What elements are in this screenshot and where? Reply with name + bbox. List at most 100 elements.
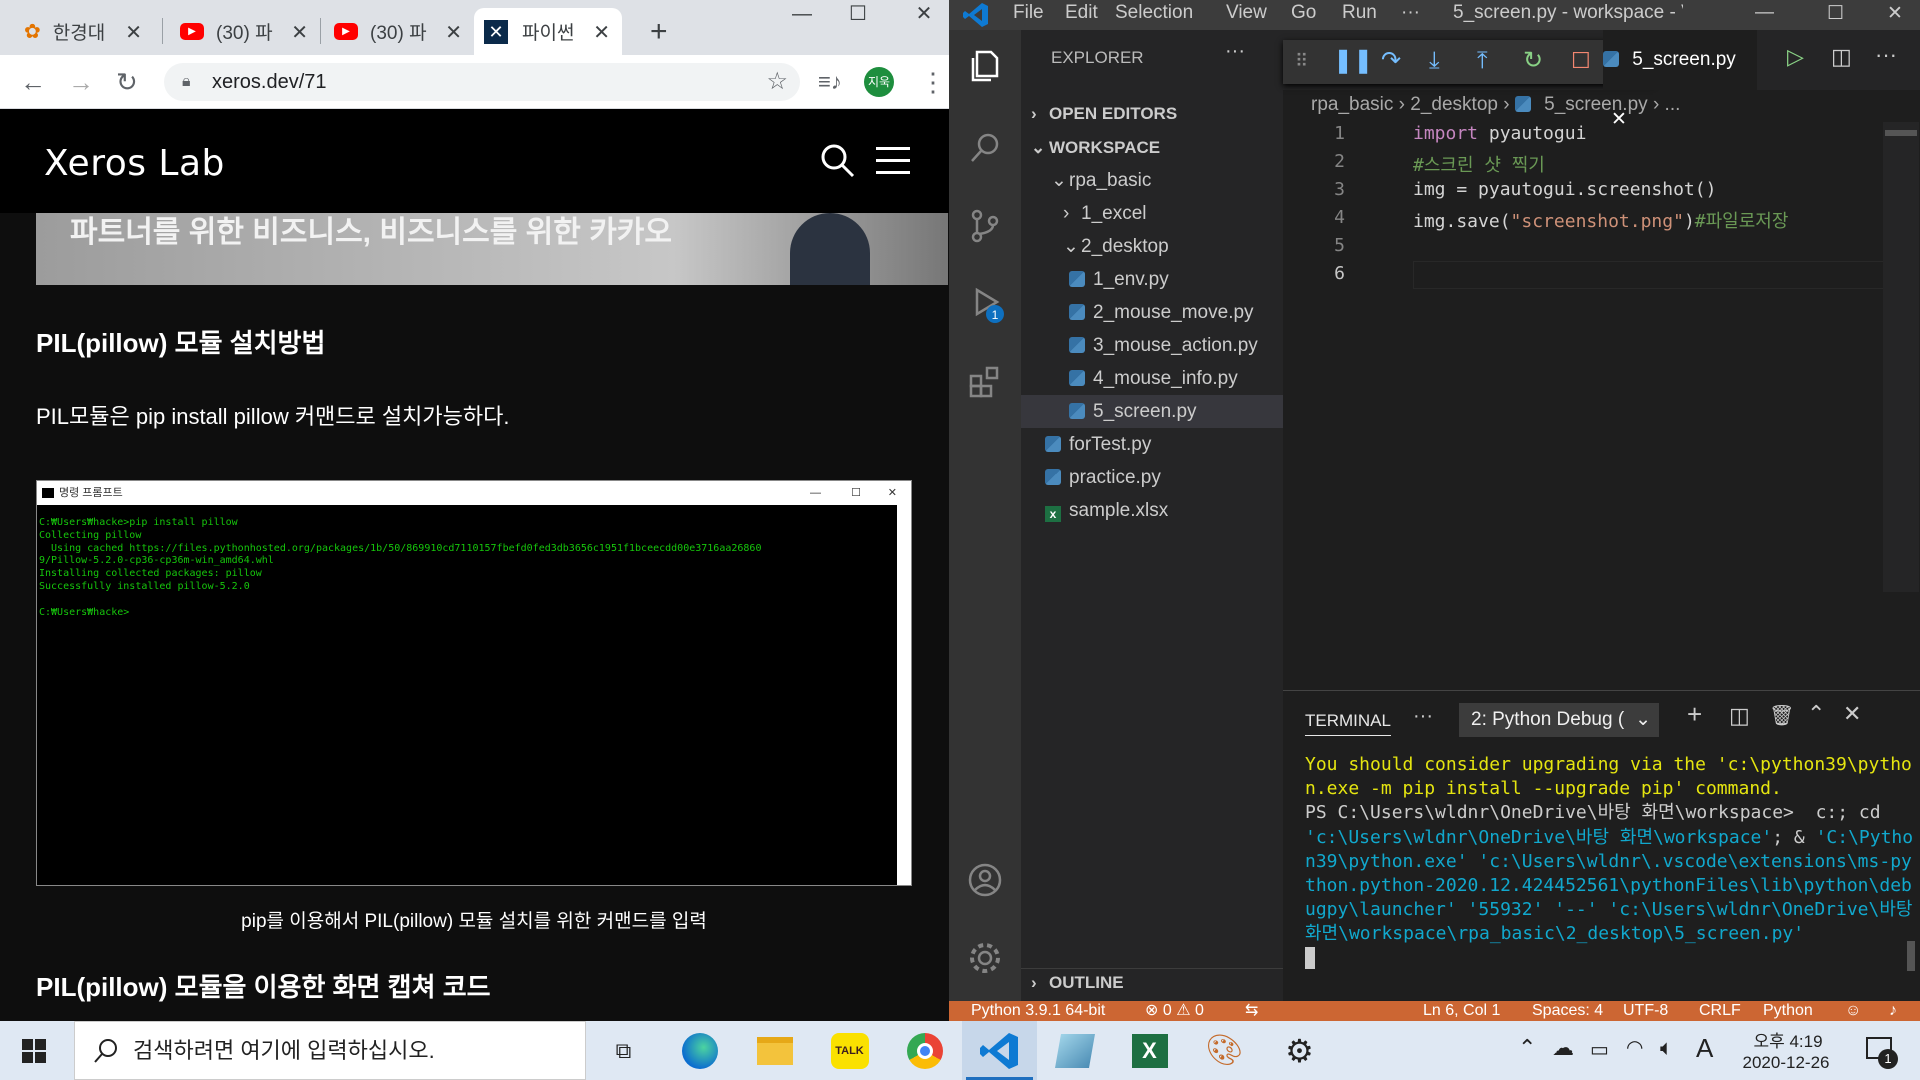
- new-tab-button[interactable]: +: [640, 8, 680, 55]
- close-panel-icon[interactable]: ✕: [1843, 701, 1861, 727]
- close-window-icon[interactable]: ✕: [1887, 2, 1903, 25]
- clock-time[interactable]: 오후 4:19: [1748, 1027, 1828, 1052]
- edge-browser-icon[interactable]: [662, 1021, 737, 1080]
- back-arrow-icon[interactable]: ←: [20, 67, 46, 97]
- terminal-output[interactable]: You should consider upgrading via the 'c…: [1305, 753, 1915, 972]
- breadcrumb-item[interactable]: 5_screen.py: [1544, 94, 1648, 115]
- tree-file-1-env[interactable]: 1_env.py: [1021, 263, 1283, 296]
- paint-icon[interactable]: 🎨︎: [1187, 1021, 1262, 1080]
- reload-icon[interactable]: ↻: [116, 67, 138, 97]
- profile-avatar[interactable]: 지욱: [864, 67, 894, 97]
- forward-arrow-icon[interactable]: →: [68, 67, 94, 97]
- tree-file-4-mouse-info[interactable]: 4_mouse_info.py: [1021, 362, 1283, 395]
- tree-file-fortest[interactable]: forTest.py: [1021, 428, 1283, 461]
- open-editors-section[interactable]: › OPEN EDITORS: [1021, 100, 1283, 128]
- maximize-icon[interactable]: ☐: [830, 0, 886, 28]
- menu-go[interactable]: Go: [1291, 2, 1316, 24]
- menu-more[interactable]: ···: [1401, 2, 1420, 24]
- search-icon[interactable]: [820, 143, 856, 179]
- close-tab-icon[interactable]: ✕: [445, 20, 462, 45]
- browser-tab-1[interactable]: ✿ 한경대 ✕: [14, 8, 154, 55]
- file-explorer-icon[interactable]: [737, 1021, 812, 1080]
- terminal-scrollbar[interactable]: [1907, 941, 1915, 971]
- status-cursor-position[interactable]: Ln 6, Col 1: [1423, 1001, 1500, 1021]
- star-icon[interactable]: ☆: [766, 63, 788, 101]
- trash-icon[interactable]: 🗑︎: [1769, 703, 1794, 728]
- close-tab-icon[interactable]: ✕: [291, 20, 308, 45]
- notepad-icon[interactable]: [1037, 1021, 1112, 1080]
- settings-gear-icon[interactable]: ⚙: [1262, 1021, 1337, 1080]
- restart-icon[interactable]: ↻: [1523, 46, 1543, 76]
- close-tab-icon[interactable]: ✕: [125, 20, 142, 45]
- breadcrumb-item[interactable]: rpa_basic: [1311, 94, 1393, 115]
- live-share-icon[interactable]: ⇆: [1245, 1001, 1258, 1021]
- status-encoding[interactable]: UTF-8: [1623, 1001, 1668, 1021]
- terminal-select[interactable]: 2: Python Debug ( ⌄: [1459, 703, 1659, 737]
- notification-center-icon[interactable]: 1: [1860, 1031, 1900, 1071]
- vscode-taskbar-icon[interactable]: [962, 1021, 1037, 1080]
- explorer-icon[interactable]: [949, 30, 1021, 102]
- kakaotalk-icon[interactable]: TALK: [812, 1021, 887, 1080]
- clock-date[interactable]: 2020-12-26: [1734, 1053, 1838, 1073]
- taskbar-search-box[interactable]: 검색하려면 여기에 입력하십시오.: [74, 1021, 586, 1080]
- wifi-icon[interactable]: ◠: [1626, 1035, 1643, 1060]
- split-terminal-icon[interactable]: ◫: [1729, 703, 1750, 729]
- minimize-icon[interactable]: —: [1755, 2, 1774, 24]
- browser-tab-4-active[interactable]: ✕ 파이썬 ✕: [474, 8, 622, 55]
- extensions-icon[interactable]: [949, 346, 1021, 418]
- minimize-icon[interactable]: —: [774, 0, 830, 28]
- workspace-section[interactable]: ⌄ WORKSPACE: [1021, 134, 1283, 162]
- chrome-menu-icon[interactable]: ⋮: [920, 67, 946, 97]
- source-control-icon[interactable]: [949, 190, 1021, 262]
- media-queue-icon[interactable]: ≡♪: [818, 67, 842, 97]
- maximize-icon[interactable]: ☐: [1827, 2, 1844, 25]
- menu-selection[interactable]: Selection: [1115, 2, 1193, 24]
- status-python-interpreter[interactable]: Python 3.9.1 64-bit: [971, 1001, 1105, 1021]
- status-indentation[interactable]: Spaces: 4: [1532, 1001, 1603, 1021]
- run-debug-icon[interactable]: 1: [949, 268, 1021, 340]
- onedrive-cloud-icon[interactable]: ☁: [1552, 1035, 1574, 1061]
- breadcrumb-item[interactable]: 2_desktop: [1410, 94, 1498, 115]
- site-logo[interactable]: Xeros Lab: [44, 143, 225, 184]
- address-bar[interactable]: 🔒︎ xeros.dev/71 ☆: [164, 63, 800, 101]
- step-out-icon[interactable]: ⤒: [1477, 46, 1488, 76]
- menu-edit[interactable]: Edit: [1065, 2, 1098, 24]
- menu-view[interactable]: View: [1226, 2, 1267, 24]
- volume-icon[interactable]: 🔈︎: [1660, 1035, 1673, 1061]
- outline-section[interactable]: › OUTLINE: [1021, 968, 1283, 996]
- maximize-panel-icon[interactable]: ⌃: [1807, 701, 1825, 727]
- status-language[interactable]: Python: [1763, 1001, 1813, 1021]
- tree-file-sample-xlsx[interactable]: x sample.xlsx: [1021, 494, 1283, 527]
- run-file-icon[interactable]: ▷: [1787, 44, 1804, 70]
- tree-file-3-mouse-action[interactable]: 3_mouse_action.py: [1021, 329, 1283, 362]
- code-line[interactable]: img = pyautogui.screenshot(): [1413, 179, 1716, 200]
- chevron-up-icon[interactable]: ⌃: [1518, 1035, 1536, 1061]
- current-line-highlight[interactable]: [1413, 261, 1893, 289]
- tree-file-5-screen[interactable]: 5_screen.py: [1021, 395, 1283, 428]
- minimap[interactable]: [1883, 122, 1919, 592]
- status-eol[interactable]: CRLF: [1699, 1001, 1741, 1021]
- tree-file-practice[interactable]: practice.py: [1021, 461, 1283, 494]
- menu-run[interactable]: Run: [1342, 2, 1377, 24]
- task-view-icon[interactable]: ⧉: [586, 1021, 661, 1080]
- status-problems[interactable]: ⊗ 0 ⚠ 0: [1145, 1001, 1204, 1021]
- chrome-icon[interactable]: [887, 1021, 962, 1080]
- close-window-icon[interactable]: ✕: [896, 0, 949, 28]
- breadcrumb-item[interactable]: ...: [1665, 94, 1681, 115]
- banner-image[interactable]: 파트너를 위한 비즈니스, 비즈니스를 위한 카카오: [36, 213, 948, 285]
- menu-file[interactable]: File: [1013, 2, 1044, 24]
- ime-indicator[interactable]: A: [1696, 1033, 1713, 1064]
- step-into-icon[interactable]: ⤓: [1429, 46, 1440, 76]
- tree-file-2-mouse-move[interactable]: 2_mouse_move.py: [1021, 296, 1283, 329]
- search-icon[interactable]: [949, 112, 1021, 184]
- code-line[interactable]: img.save("screenshot.png")#파일로저장: [1413, 207, 1788, 233]
- code-line[interactable]: import pyautogui: [1413, 123, 1586, 144]
- hamburger-menu-icon[interactable]: [876, 147, 912, 175]
- step-over-icon[interactable]: ↷: [1381, 46, 1401, 76]
- panel-tab-terminal[interactable]: TERMINAL: [1305, 711, 1391, 736]
- tree-folder-2-desktop[interactable]: ⌄ 2_desktop: [1021, 230, 1283, 263]
- browser-tab-3[interactable]: ▶ (30) 파 ✕: [324, 8, 474, 55]
- browser-tab-2[interactable]: ▶ (30) 파 ✕: [170, 8, 320, 55]
- more-actions-icon[interactable]: ···: [1875, 42, 1897, 68]
- editor-tab-5-screen[interactable]: 5_screen.py ✕: [1603, 30, 1757, 130]
